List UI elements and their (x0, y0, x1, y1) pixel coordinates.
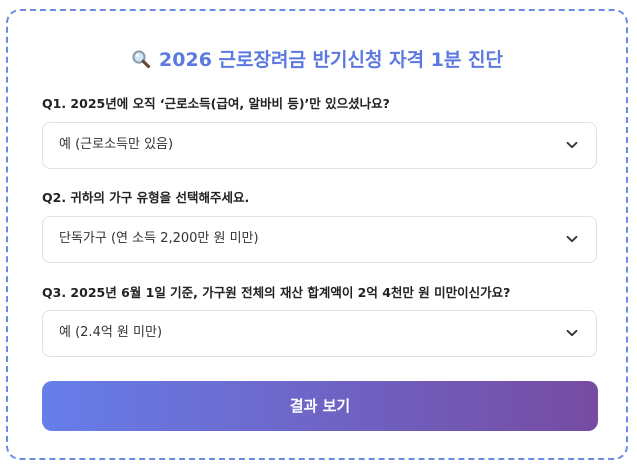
title-text: 2026 근로장려금 반기신청 자격 1분 진단 (159, 49, 503, 71)
chevron-down-icon (566, 329, 578, 337)
show-result-button[interactable]: 결과 보기 (42, 381, 598, 431)
question-3-label: Q3. 2025년 6월 1일 기준, 가구원 전체의 재산 합계액이 2억 4… (42, 285, 511, 300)
question-3-select[interactable]: 예 (2.4억 원 미만) (42, 310, 597, 357)
page-title: 2026 근로장려금 반기신청 자격 1분 진단 (8, 47, 626, 73)
question-1-selected-value: 예 (근로소득만 있음) (59, 137, 174, 152)
chevron-down-icon (566, 235, 578, 243)
question-2-label: Q2. 귀하의 가구 유형을 선택해주세요. (42, 190, 250, 205)
question-1-label: Q1. 2025년에 오직 ‘근로소득(급여, 알바비 등)’만 있으셨나요? (42, 96, 390, 111)
question-1-select[interactable]: 예 (근로소득만 있음) (42, 122, 597, 169)
question-3-selected-value: 예 (2.4억 원 미만) (59, 325, 163, 340)
question-2-select[interactable]: 단독가구 (연 소득 2,200만 원 미만) (42, 216, 597, 263)
diagnosis-card: 2026 근로장려금 반기신청 자격 1분 진단 Q1. 2025년에 오직 ‘… (6, 9, 628, 460)
magnifier-icon (132, 50, 151, 69)
question-2-selected-value: 단독가구 (연 소득 2,200만 원 미만) (59, 231, 259, 246)
chevron-down-icon (566, 141, 578, 149)
